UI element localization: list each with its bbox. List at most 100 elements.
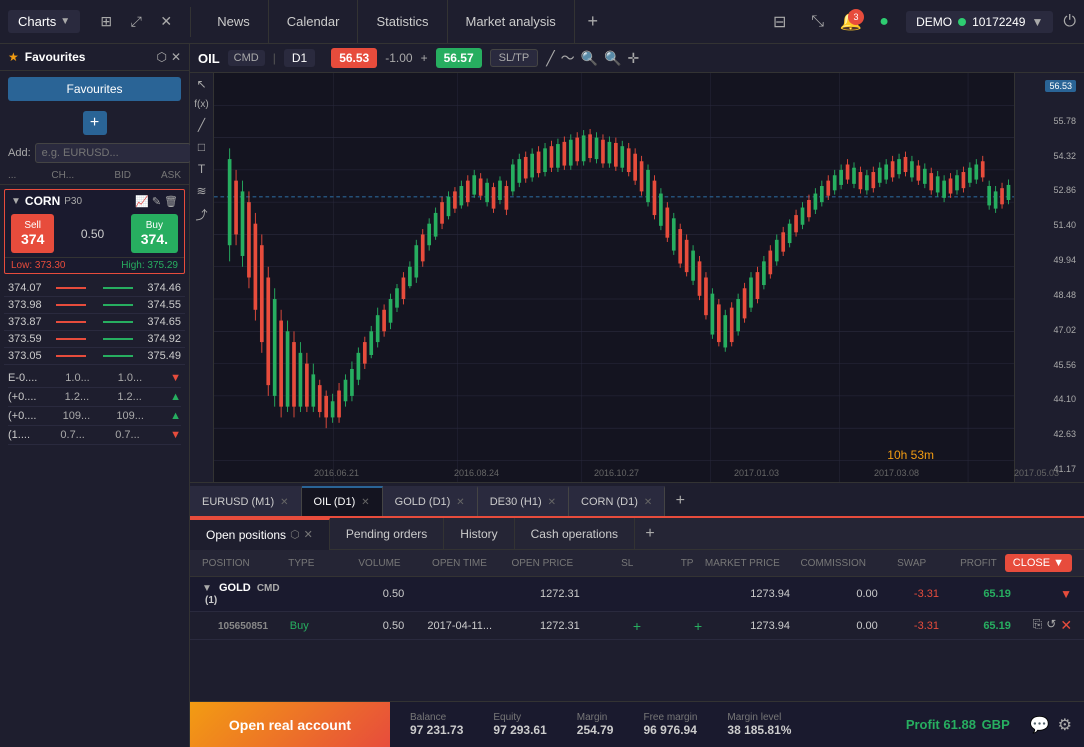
- account-selector[interactable]: DEMO 10172249 ▼: [906, 11, 1053, 33]
- fullscreen-icon[interactable]: ⤢: [122, 8, 150, 36]
- bid-price: 374.07: [8, 282, 42, 294]
- chart-main-area[interactable]: 2016.06.21 2016.08.24 2016.10.27 2017.01…: [214, 73, 1014, 482]
- footer-stats: Balance 97 231.73 Equity 97 293.61 Margi…: [390, 712, 1030, 737]
- instrument-change: ▼: [170, 429, 181, 441]
- sidebar-new-window-icon[interactable]: ⬡: [156, 50, 166, 64]
- sidebar-close-icon[interactable]: ✕: [171, 50, 181, 64]
- chart-tab[interactable]: CORN (D1) ✕: [569, 486, 665, 516]
- tab-pending-orders[interactable]: Pending orders: [330, 518, 444, 550]
- gold-symbol: GOLD: [219, 582, 251, 594]
- expand-icon[interactable]: ⤡: [802, 6, 834, 38]
- corn-sell-button[interactable]: Sell 374: [11, 214, 54, 253]
- close-dropdown-arrow[interactable]: ▼: [1053, 557, 1064, 569]
- ch-header: CH...: [45, 170, 82, 181]
- symbol-search-input[interactable]: [35, 143, 191, 163]
- notifications-button[interactable]: 🔔 3: [840, 11, 862, 32]
- chart-tab[interactable]: EURUSD (M1) ✕: [190, 486, 302, 516]
- logout-button[interactable]: ⏻: [1063, 13, 1076, 31]
- positions-close-icon[interactable]: ✕: [304, 528, 313, 541]
- crosshair-icon[interactable]: ✛: [628, 50, 640, 67]
- close-all-button[interactable]: CLOSE ▼: [1005, 554, 1072, 572]
- line-tool[interactable]: ╱: [198, 118, 205, 132]
- corn-chart-icon[interactable]: 📈: [135, 195, 149, 208]
- chart-type-badge: CMD: [228, 50, 265, 66]
- corn-delete-icon[interactable]: 🗑: [164, 195, 178, 208]
- instrument-name: (1....: [8, 429, 30, 441]
- corn-buy-button[interactable]: Buy 374.: [131, 214, 178, 253]
- tab-history[interactable]: History: [444, 518, 514, 550]
- chart-layout-icon[interactable]: ⊞: [92, 8, 120, 36]
- settings-icon[interactable]: ⚙: [1058, 715, 1072, 735]
- market-analysis-tab-label: Market analysis: [466, 14, 556, 29]
- corn-sell-price: 374: [21, 231, 44, 247]
- add-label: Add:: [8, 147, 31, 159]
- close-chart-icon[interactable]: ✕: [152, 8, 180, 36]
- instrument-item[interactable]: (+0.... 109... 109... ▲: [8, 407, 181, 426]
- instrument-val2: 109...: [116, 410, 144, 422]
- bid-price: 373.59: [8, 333, 42, 345]
- add-panel-tab-button[interactable]: +: [635, 525, 665, 543]
- order-close-icon[interactable]: ✕: [1060, 617, 1072, 634]
- instrument-item[interactable]: (1.... 0.7... 0.7... ▼: [8, 426, 181, 445]
- text-tool[interactable]: T: [198, 162, 205, 176]
- chat-icon[interactable]: 💬: [1030, 715, 1050, 735]
- chart-tab-close[interactable]: ✕: [644, 497, 652, 508]
- equity-label: Equity: [493, 712, 546, 723]
- zoom-in-icon[interactable]: 🔍: [604, 50, 621, 67]
- corn-edit-icon[interactable]: ✎: [152, 195, 161, 208]
- gold-expand-arrow[interactable]: ▼: [202, 583, 212, 594]
- gold-open-price: 1272.31: [496, 588, 584, 600]
- add-tab-button[interactable]: +: [575, 0, 611, 44]
- margin-level-label: Margin level: [727, 712, 791, 723]
- tab-open-positions[interactable]: Open positions ⬡ ✕: [190, 518, 330, 550]
- chart-tab-close[interactable]: ✕: [361, 497, 369, 508]
- line-chart-icon[interactable]: ╱: [546, 50, 554, 67]
- open-real-account-button[interactable]: Open real account: [190, 702, 390, 747]
- chart-tab-close[interactable]: ✕: [456, 497, 464, 508]
- tab-news[interactable]: News: [199, 0, 269, 44]
- share-tool[interactable]: ⤴: [195, 206, 207, 223]
- chart-tab[interactable]: GOLD (D1) ✕: [383, 486, 478, 516]
- chart-area: OIL CMD | D1 56.53 -1.00 + 56.57 SL/TP ╱…: [190, 44, 1084, 516]
- fibonacci-tool[interactable]: ≋: [196, 184, 206, 198]
- layout-icon[interactable]: ⊟: [764, 6, 796, 38]
- history-label: History: [460, 527, 497, 541]
- sidebar-header: ★ Favourites ⬡ ✕: [0, 44, 189, 71]
- col-header-close: CLOSE ▼: [1001, 554, 1076, 572]
- cursor-tool[interactable]: ↖: [196, 77, 206, 91]
- instrument-change: ▲: [170, 410, 181, 422]
- tab-calendar[interactable]: Calendar: [269, 0, 359, 44]
- order-refresh-icon[interactable]: ↺: [1046, 617, 1056, 634]
- order-tp: +: [645, 618, 706, 634]
- tab-cash-operations[interactable]: Cash operations: [515, 518, 635, 550]
- zoom-out-icon[interactable]: 🔍: [581, 50, 598, 67]
- gold-close-icon[interactable]: ▼: [1060, 587, 1072, 601]
- sltp-button[interactable]: SL/TP: [490, 49, 539, 67]
- chart-tab[interactable]: DE30 (H1) ✕: [478, 486, 569, 516]
- chart-tab[interactable]: OIL (D1) ✕: [302, 486, 383, 516]
- charts-dropdown-arrow: ▼: [60, 16, 70, 27]
- instrument-item[interactable]: E-0.... 1.0... 1.0... ▼: [8, 369, 181, 388]
- order-tp-add[interactable]: +: [694, 618, 702, 634]
- chart-tab-close[interactable]: ✕: [548, 497, 556, 508]
- order-sl-add[interactable]: +: [633, 618, 641, 634]
- chart-period-selector[interactable]: D1: [284, 49, 315, 67]
- chart-tab-close[interactable]: ✕: [280, 497, 288, 508]
- charts-nav-button[interactable]: Charts ▼: [8, 10, 80, 33]
- add-instrument-button[interactable]: +: [83, 111, 107, 135]
- tab-statistics[interactable]: Statistics: [358, 0, 447, 44]
- instrument-change: ▼: [170, 372, 181, 384]
- rect-tool[interactable]: □: [198, 140, 205, 154]
- indicators-icon[interactable]: 〜: [561, 48, 575, 68]
- market-watch-button[interactable]: Favourites: [8, 77, 181, 101]
- add-chart-tab-button[interactable]: +: [665, 486, 695, 516]
- tab-market-analysis[interactable]: Market analysis: [448, 0, 575, 44]
- fx-tool[interactable]: f(x): [194, 99, 208, 110]
- main-content: OIL CMD | D1 56.53 -1.00 + 56.57 SL/TP ╱…: [190, 44, 1084, 747]
- order-copy-icon[interactable]: ⎘: [1033, 617, 1043, 634]
- corn-collapse-arrow[interactable]: ▼: [11, 196, 21, 207]
- sidebar-title: Favourites: [25, 50, 86, 64]
- instrument-val1: 0.7...: [60, 429, 84, 441]
- instrument-item[interactable]: (+0.... 1.2... 1.2... ▲: [8, 388, 181, 407]
- positions-new-window-icon[interactable]: ⬡: [290, 528, 300, 541]
